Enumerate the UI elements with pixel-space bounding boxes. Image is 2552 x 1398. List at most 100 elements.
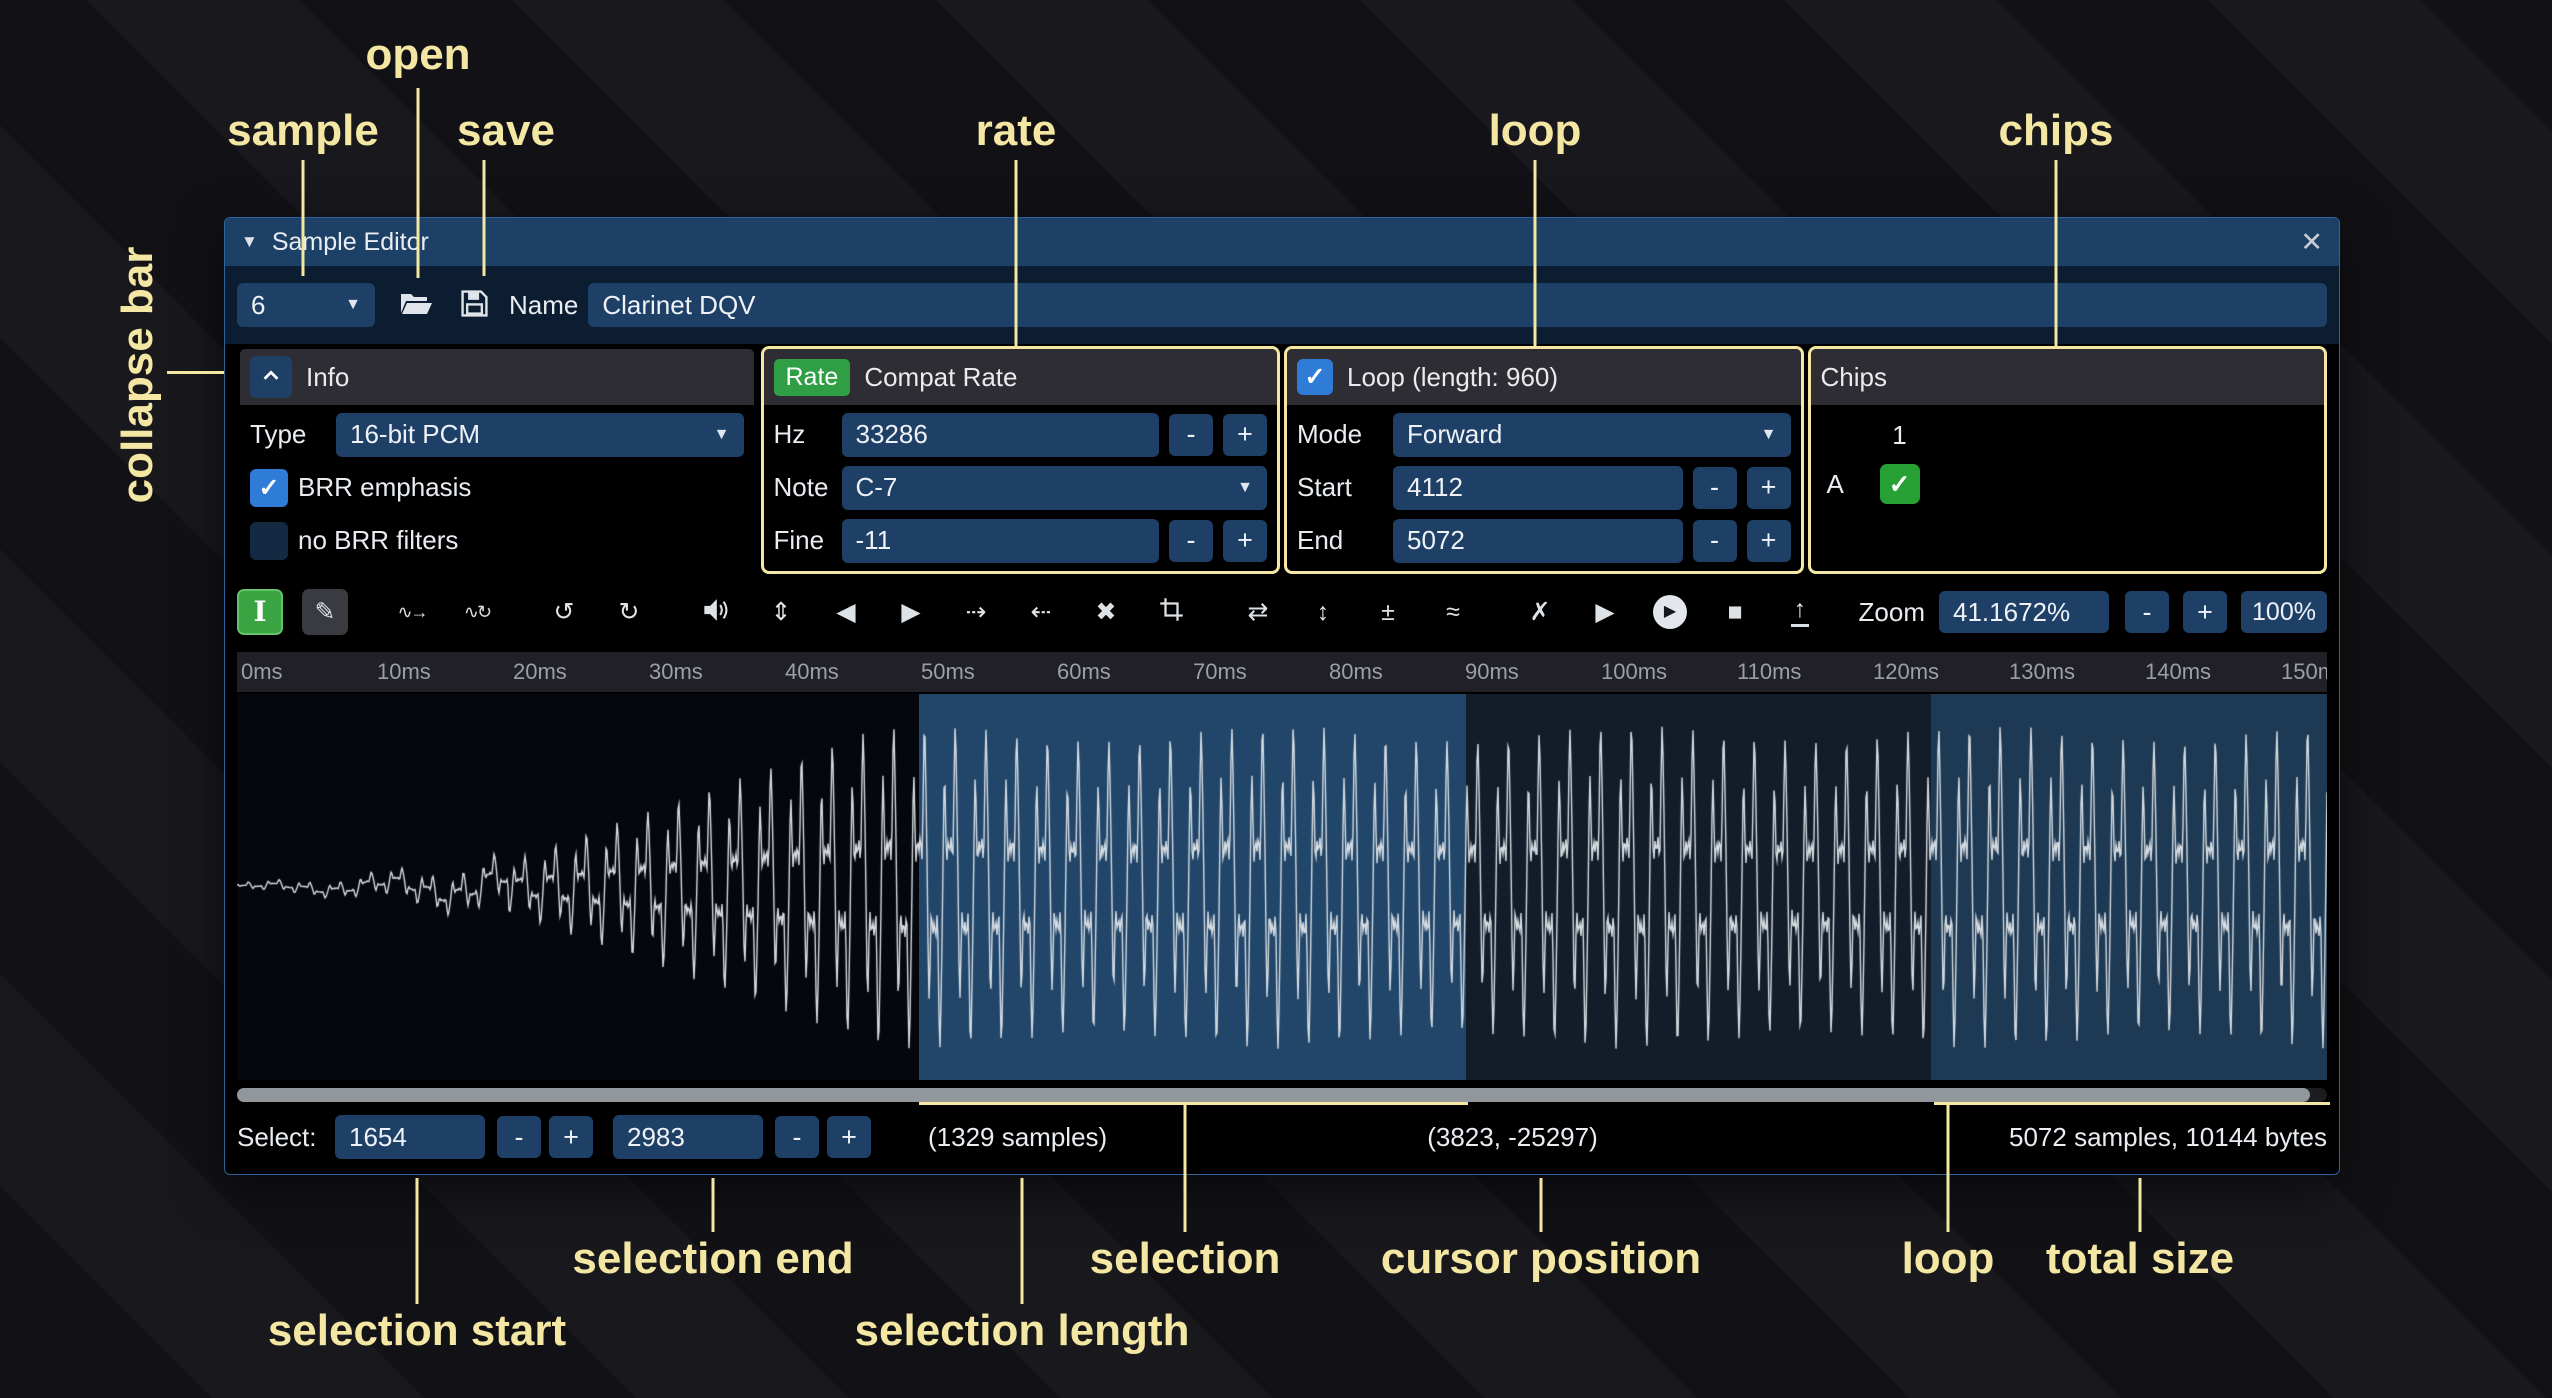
scrollbar-handle[interactable]	[237, 1088, 2310, 1102]
reverse-button[interactable]: ⇄	[1235, 589, 1281, 635]
type-select[interactable]: 16-bit PCM ▼	[336, 413, 744, 457]
loop-end-minus-button[interactable]: -	[1693, 520, 1737, 562]
selection-end-minus-button[interactable]: -	[775, 1116, 819, 1158]
ruler-label: 50ms	[917, 659, 1053, 685]
type-select-value: 16-bit PCM	[350, 419, 480, 450]
no-brr-filters-checkbox[interactable]	[250, 522, 288, 560]
selection-end-input[interactable]: 2983	[613, 1115, 763, 1159]
ruler-label: 120ms	[1869, 659, 2005, 685]
waveform-view[interactable]	[237, 694, 2327, 1080]
selection-end-plus-button[interactable]: +	[827, 1116, 871, 1158]
export-button[interactable]: ↑	[1777, 589, 1823, 635]
fade-out-button[interactable]: ▶	[888, 589, 934, 635]
resize-button[interactable]: ∿→	[389, 589, 435, 635]
ruler-label: 150ms	[2277, 659, 2327, 685]
loop-panel-title: Loop (length: 960)	[1347, 362, 1558, 393]
amplify-button[interactable]	[693, 589, 739, 635]
annotation-selection-end: selection end	[572, 1234, 853, 1284]
zoom-input[interactable]: 41.1672%	[1939, 591, 2109, 633]
window-collapse-icon[interactable]: ▼	[241, 232, 258, 252]
zoom-in-button[interactable]: +	[2183, 591, 2227, 633]
window-title: Sample Editor	[272, 228, 2301, 257]
hz-plus-button[interactable]: +	[1223, 414, 1267, 456]
brr-emphasis-label: BRR emphasis	[298, 472, 471, 503]
loop-start-minus-button[interactable]: -	[1693, 467, 1737, 509]
undo-button[interactable]: ↺	[541, 589, 587, 635]
edit-mode-button[interactable]: I	[237, 589, 283, 635]
chips-panel: Chips 1 A ✓	[1808, 346, 2328, 574]
annotation-line-cursor-position	[1540, 1178, 1543, 1232]
annotation-line-loop	[1534, 160, 1537, 346]
time-ruler[interactable]: 0ms 10ms 20ms 30ms 40ms 50ms 60ms 70ms 8…	[237, 652, 2327, 692]
rate-panel-title: Compat Rate	[864, 362, 1017, 393]
trim-button[interactable]	[1148, 589, 1194, 635]
invert-button[interactable]: ↕	[1300, 589, 1346, 635]
save-button[interactable]	[449, 280, 499, 330]
annotation-selection-length: selection length	[855, 1306, 1190, 1356]
loop-mode-select[interactable]: Forward ▼	[1393, 413, 1791, 457]
selection-start-minus-button[interactable]: -	[497, 1116, 541, 1158]
info-panel-header: Info	[240, 349, 754, 405]
preview-button[interactable]: ▶	[1582, 589, 1628, 635]
zoom-input-value: 41.1672%	[1953, 597, 2070, 628]
resample-button[interactable]: ∿↻	[454, 589, 500, 635]
annotation-line-save	[483, 160, 486, 276]
loop-end-input[interactable]: 5072	[1393, 519, 1683, 563]
brr-emphasis-checkbox[interactable]: ✓	[250, 469, 288, 507]
zoom-reset-button[interactable]: 100%	[2241, 591, 2327, 633]
hz-input[interactable]: 33286	[842, 413, 1160, 457]
loop-start-label: Start	[1297, 472, 1383, 503]
total-size-text: 5072 samples, 10144 bytes	[2009, 1122, 2327, 1153]
close-icon[interactable]: ✕	[2300, 227, 2323, 258]
save-floppy-icon	[458, 287, 491, 323]
selection-start-plus-button[interactable]: +	[549, 1116, 593, 1158]
filter-button[interactable]: ≈	[1430, 589, 1476, 635]
loop-start-input[interactable]: 4112	[1393, 466, 1683, 510]
fine-minus-button[interactable]: -	[1169, 520, 1213, 562]
hz-minus-button[interactable]: -	[1169, 414, 1213, 456]
insert-silence-button[interactable]: ⇢	[953, 589, 999, 635]
loop-checkbox[interactable]: ✓	[1297, 359, 1333, 395]
redo-button[interactable]: ↻	[606, 589, 652, 635]
fine-plus-button[interactable]: +	[1223, 520, 1267, 562]
draw-icon: ✎	[315, 600, 336, 625]
fine-input[interactable]: -11	[842, 519, 1160, 563]
info-panel: Info Type 16-bit PCM ▼ ✓ BRR em	[237, 346, 757, 574]
ruler-label: 110ms	[1733, 659, 1869, 685]
annotation-chips: chips	[1999, 106, 2114, 156]
sample-select[interactable]: 6 ▼	[237, 283, 375, 327]
annotation-collapse-bar: collapse bar	[113, 247, 163, 504]
waveform-scrollbar[interactable]	[237, 1088, 2327, 1102]
export-upload-icon: ↑	[1791, 597, 1810, 627]
annotation-bracket-loop	[1934, 1102, 2330, 1105]
sign-button[interactable]: ±	[1365, 589, 1411, 635]
loop-end-plus-button[interactable]: +	[1747, 520, 1791, 562]
mode-label: Mode	[1297, 419, 1383, 450]
loop-mode-value: Forward	[1407, 419, 1502, 450]
filter-icon: ≈	[1446, 600, 1460, 625]
open-button[interactable]	[391, 280, 441, 330]
title-bar[interactable]: ▼ Sample Editor ✕	[225, 218, 2339, 266]
draw-button[interactable]: ✎	[302, 589, 348, 635]
selection-start-input[interactable]: 1654	[335, 1115, 485, 1159]
fade-in-button[interactable]: ◀	[823, 589, 869, 635]
annotation-sample: sample	[227, 106, 379, 156]
name-input-value: Clarinet DQV	[602, 290, 755, 321]
name-input[interactable]: Clarinet DQV	[588, 283, 2327, 327]
chip-a-checkbox[interactable]: ✓	[1880, 464, 1920, 504]
annotation-loop-bottom: loop	[1902, 1234, 1995, 1284]
preview-cursor-button[interactable]: ▶	[1647, 589, 1693, 635]
name-row: 6 ▼ Na	[225, 266, 2339, 344]
normalize-button[interactable]: ⇕	[758, 589, 804, 635]
crossfade-button[interactable]: ✗	[1517, 589, 1563, 635]
waveform-canvas[interactable]	[237, 694, 2327, 1080]
cursor-position-text: (3823, -25297)	[1427, 1122, 1598, 1153]
ruler-label: 70ms	[1189, 659, 1325, 685]
apply-silence-button[interactable]: ⇠	[1018, 589, 1064, 635]
zoom-out-button[interactable]: -	[2125, 591, 2169, 633]
loop-start-plus-button[interactable]: +	[1747, 467, 1791, 509]
note-select[interactable]: C-7 ▼	[842, 466, 1268, 510]
delete-button[interactable]: ✖	[1083, 589, 1129, 635]
collapse-info-button[interactable]	[250, 356, 292, 398]
stop-preview-button[interactable]: ■	[1712, 589, 1758, 635]
